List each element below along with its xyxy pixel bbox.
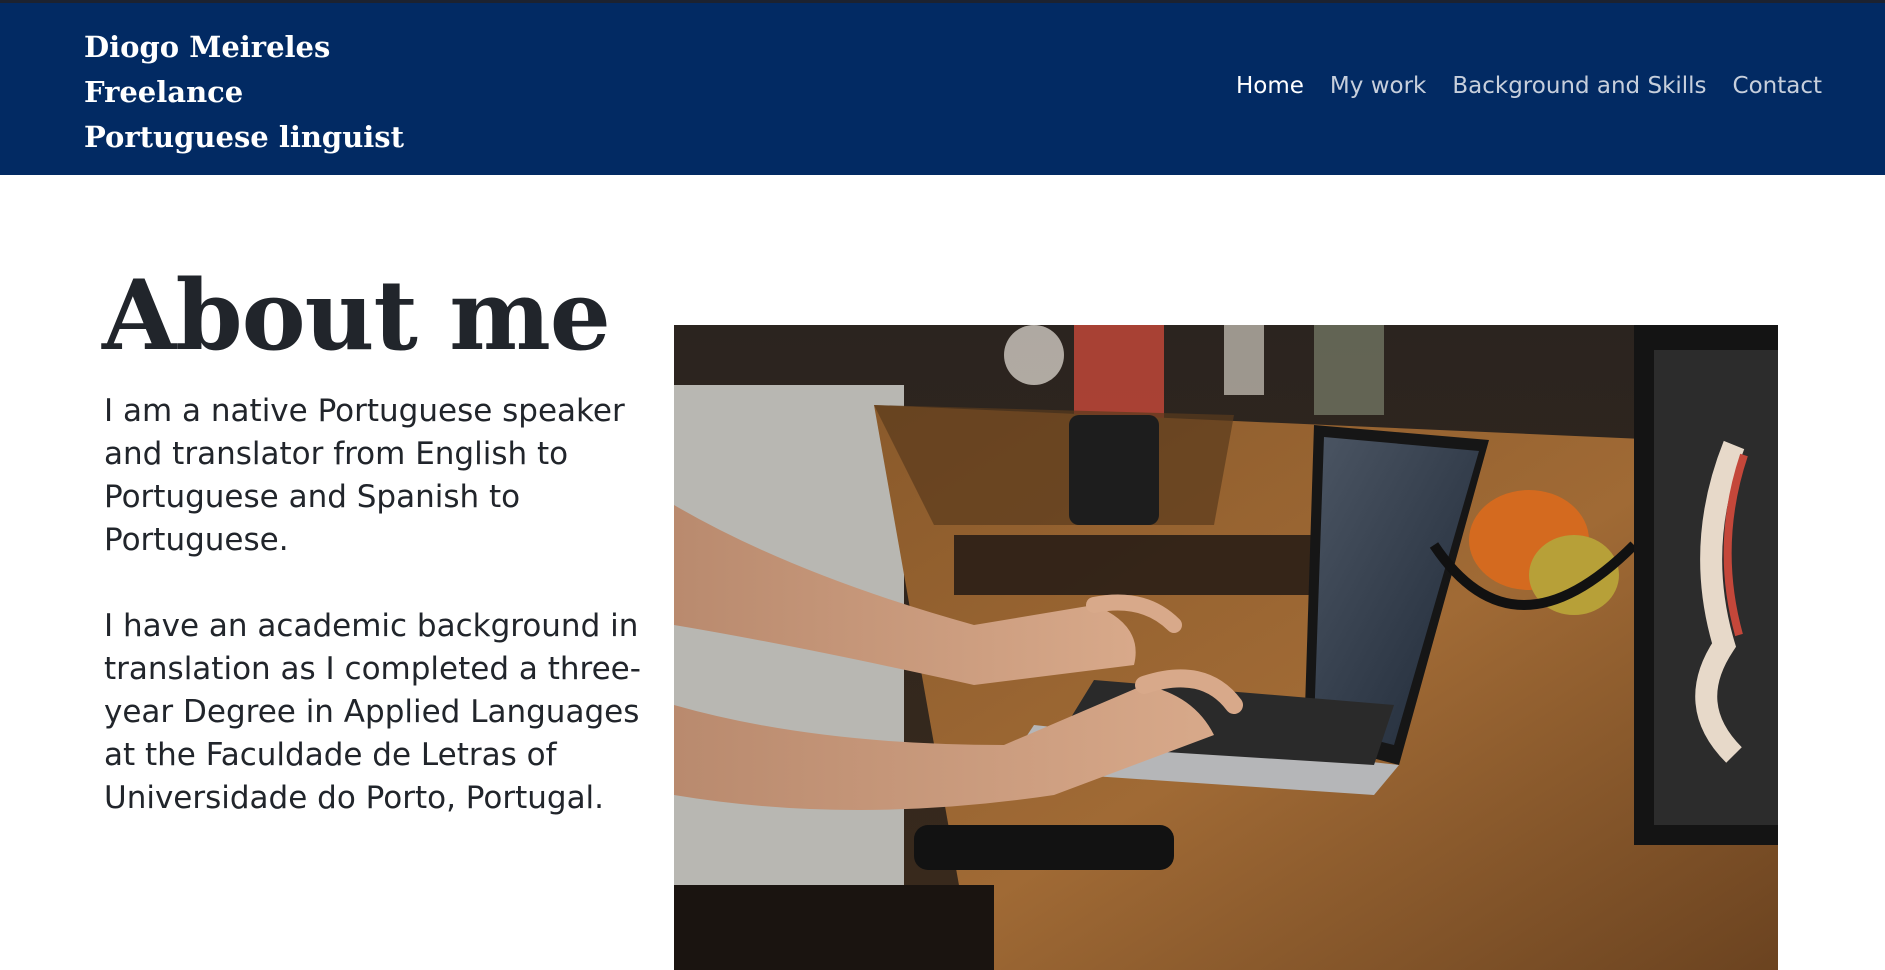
about-paragraph: I have an academic background in transla… <box>104 608 641 816</box>
brand-name: Diogo Meireles <box>84 30 331 64</box>
main-nav: Home My work Background and Skills Conta… <box>1236 73 1822 99</box>
nav-contact[interactable]: Contact <box>1733 73 1822 99</box>
laptop-photo-illustration <box>674 325 1778 970</box>
main-content: About me I am a native Portuguese speake… <box>0 175 1885 970</box>
nav-my-work[interactable]: My work <box>1330 73 1426 99</box>
brand-role: Freelance <box>84 75 244 109</box>
about-text: I am a native Portuguese speaker and tra… <box>104 390 654 863</box>
nav-home[interactable]: Home <box>1236 73 1304 99</box>
brand-tagline: Portuguese linguist <box>84 120 405 154</box>
about-paragraph: I am a native Portuguese speaker and tra… <box>104 393 625 558</box>
site-brand[interactable]: Diogo Meireles Freelance Portuguese ling… <box>84 25 404 160</box>
nav-background-skills[interactable]: Background and Skills <box>1452 73 1706 99</box>
laptop-photo <box>674 325 1778 970</box>
site-header: Diogo Meireles Freelance Portuguese ling… <box>0 3 1885 175</box>
page-title: About me <box>102 259 611 372</box>
